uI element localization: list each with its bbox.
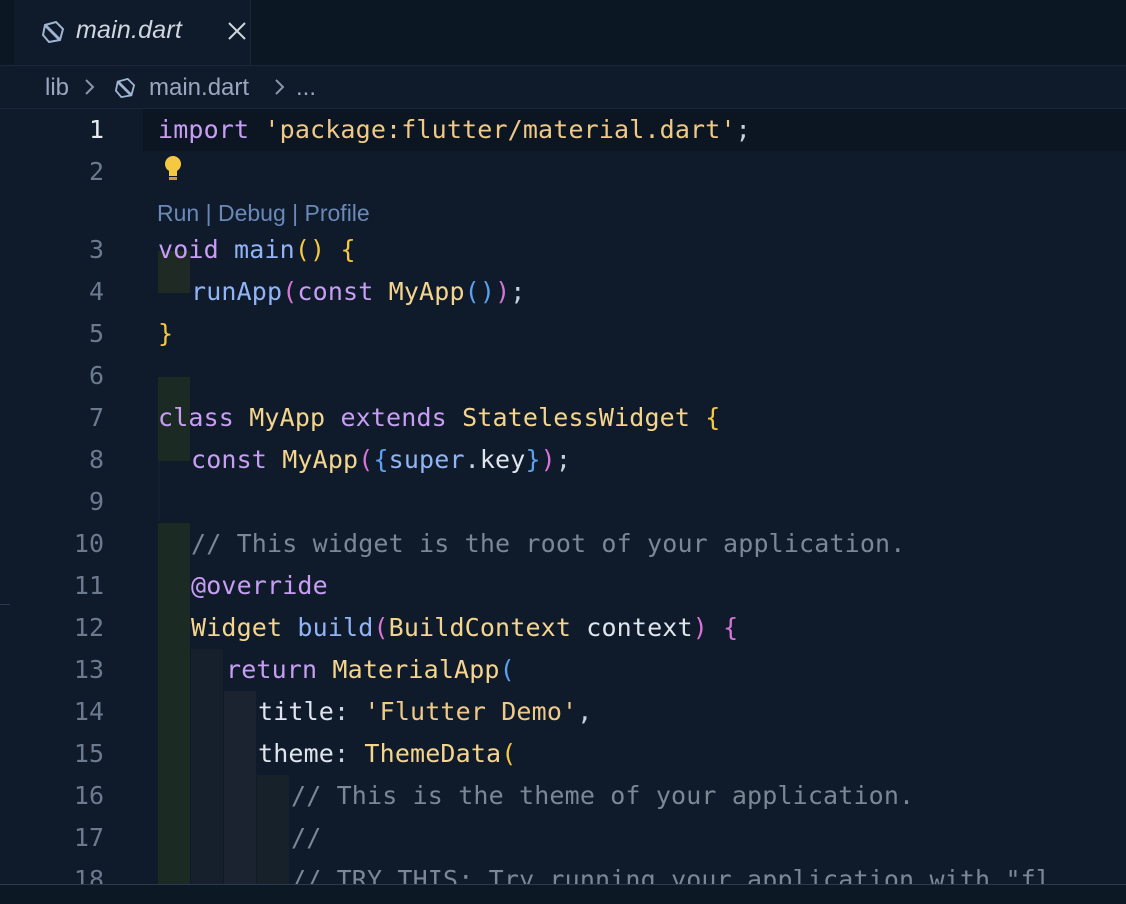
code-line-17: // — [291, 823, 322, 852]
line-number: 12 — [73, 613, 104, 642]
line-number: 8 — [88, 445, 104, 474]
line-number: 1 — [88, 115, 104, 144]
code-line-14: title: 'Flutter Demo', — [258, 697, 593, 726]
breadcrumb-main-dart[interactable]: main.dart — [149, 74, 249, 102]
line-number: 10 — [73, 529, 104, 558]
line-number: 11 — [73, 571, 104, 600]
indent-guide — [158, 461, 160, 521]
code-line-7: class MyApp extends StatelessWidget { — [158, 403, 721, 432]
code-line-8: const MyApp({super.key}); — [191, 445, 572, 474]
breadcrumb: lib main.dart ... — [0, 66, 1126, 109]
code-line-4: runApp(const MyApp()); — [191, 277, 526, 306]
indent-guide — [158, 523, 190, 884]
tab-main-dart[interactable]: main.dart — [14, 0, 251, 65]
breadcrumb-ellipsis[interactable]: ... — [296, 74, 316, 102]
code-line-12: Widget build(BuildContext context) { — [191, 613, 739, 642]
codelens: Run | Debug | Profile — [157, 200, 370, 227]
code-line-11: @override — [191, 571, 328, 600]
dart-icon — [41, 21, 65, 43]
divider — [0, 604, 10, 605]
code-line-13: return MaterialApp( — [226, 655, 515, 684]
codelens-separator: | — [285, 200, 305, 226]
dart-icon — [114, 78, 136, 98]
close-icon[interactable] — [226, 20, 248, 42]
line-number: 5 — [88, 319, 104, 348]
indent-guide — [257, 775, 289, 884]
code-line-5: } — [158, 319, 174, 348]
code-editor[interactable]: 1 2 3 4 5 6 7 8 9 10 11 12 13 14 15 16 1… — [0, 109, 1126, 894]
indent-guide — [224, 691, 256, 884]
line-number: 2 — [88, 157, 104, 186]
indent-guide — [191, 649, 223, 884]
codelens-run[interactable]: Run — [157, 200, 199, 226]
line-number: 9 — [88, 487, 104, 516]
code-line-1: import 'package:flutter/material.dart'; — [158, 115, 751, 144]
line-number: 13 — [73, 655, 104, 684]
codelens-separator: | — [199, 200, 218, 226]
line-number: 15 — [73, 739, 104, 768]
breadcrumb-lib[interactable]: lib — [45, 74, 69, 102]
code-line-16: // This is the theme of your application… — [291, 781, 915, 810]
lightbulb-icon[interactable] — [162, 154, 184, 182]
editor-window: main.dart lib main.dart ... 1 2 3 4 5 6 … — [0, 0, 1126, 904]
line-number: 3 — [88, 235, 104, 264]
line-number: 17 — [73, 823, 104, 852]
chevron-right-icon — [275, 79, 285, 95]
tab-label: main.dart — [76, 16, 183, 44]
line-number: 14 — [73, 697, 104, 726]
line-number: 7 — [88, 403, 104, 432]
tab-bar: main.dart — [0, 0, 1126, 66]
line-number: 16 — [73, 781, 104, 810]
line-number: 6 — [88, 361, 104, 390]
codelens-debug[interactable]: Debug — [218, 200, 286, 226]
code-line-10: // This widget is the root of your appli… — [191, 529, 906, 558]
chevron-right-icon — [85, 79, 95, 95]
code-line-3: void main() { — [158, 235, 356, 264]
line-number: 4 — [88, 277, 104, 306]
horizontal-scrollbar[interactable] — [0, 884, 1126, 904]
codelens-profile[interactable]: Profile — [305, 200, 370, 226]
code-line-15: theme: ThemeData( — [258, 739, 517, 768]
